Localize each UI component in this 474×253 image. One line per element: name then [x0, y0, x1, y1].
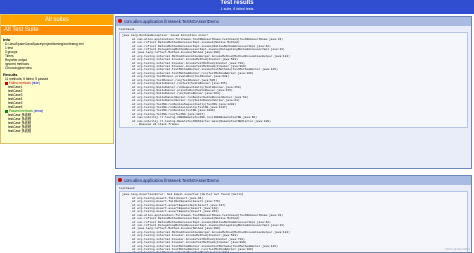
failed-status-icon	[118, 19, 122, 23]
test-class-panel: com.allen.application.firstweek.TestNGAs…	[115, 175, 472, 253]
method-name[interactable]: testCase1	[119, 28, 468, 31]
all-suites-header[interactable]: All suites	[1, 15, 113, 25]
panel-title: com.allen.application.firstweek.TestNGAs…	[124, 19, 219, 24]
stack-trace: testCase1 java.lang.RuntimeException: Cas…	[116, 26, 471, 130]
failed-methods-list: testCase1 testCase2 testCase3 testCase4 test…	[1, 85, 113, 109]
panel-header: com.allen.application.firstweek.TestNGAs…	[116, 176, 471, 185]
stack-trace: testCase2 java.lang.AssertionError: Not E…	[116, 185, 471, 252]
stack-trace-box: java.lang.AssertionError: Not Equal expe…	[119, 191, 468, 252]
info-item[interactable]: Chronological view	[1, 66, 113, 70]
passed-show-link[interactable]: (show)	[34, 109, 44, 113]
suites-sidebar: All suites All Test Suite Info D:\JavaSp…	[0, 14, 114, 144]
watermark: CSDN @Allen0001	[444, 247, 470, 251]
panel-header: com.allen.application.firstweek.TestNGAs…	[116, 17, 471, 26]
method-name[interactable]: testCase2	[119, 187, 468, 190]
failed-status-icon	[118, 178, 122, 182]
test-class-panel: com.allen.application.firstweek.TestNGAs…	[115, 16, 472, 169]
failed-hide-link[interactable]: (hide)	[32, 81, 40, 85]
stack-trace-box: java.lang.RuntimeException: Cased Except…	[119, 32, 468, 129]
passed-method-link[interactable]: testCase 多线程	[1, 129, 113, 133]
banner-title: Test results	[220, 0, 254, 6]
suite-name[interactable]: All Test Suite	[1, 26, 113, 35]
panel-title: com.allen.application.firstweek.TestNGAs…	[124, 178, 219, 183]
report-page: Test results 1 suite, 6 failed tests All…	[0, 0, 474, 253]
info-list: D:\JavaSpace\JavaSpace\projects\testng\s…	[1, 42, 113, 70]
banner-subtitle: 1 suite, 6 failed tests	[220, 7, 254, 11]
passed-methods-list: testCase 多线程 testCase 多线程 testCase 多线程 test…	[1, 113, 113, 133]
stack-line: ... Removed 22 stack frames	[132, 122, 179, 126]
results-banner: Test results 1 suite, 6 failed tests	[0, 0, 474, 14]
